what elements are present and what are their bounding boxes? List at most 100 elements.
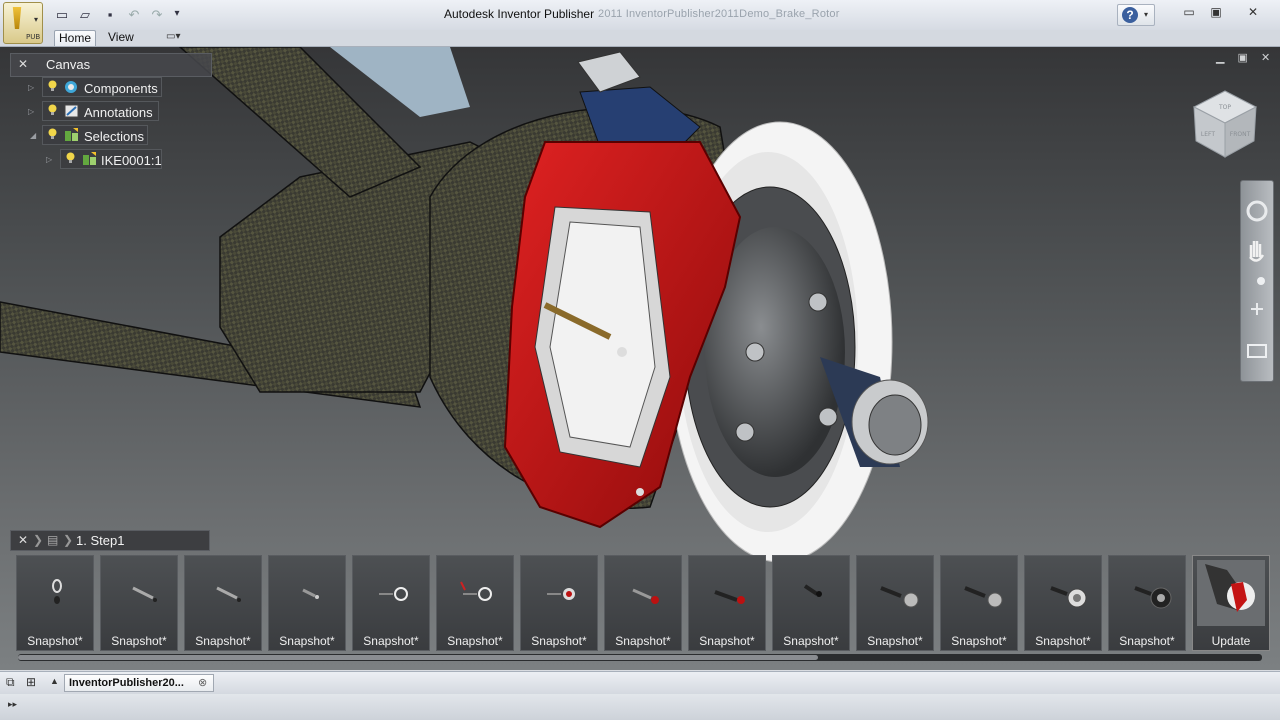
snapshot-preview (132, 586, 157, 602)
viewport-close-icon[interactable]: ✕ (1261, 52, 1270, 64)
close-button[interactable]: ✕ (1240, 3, 1266, 21)
snapshot-caption: Snapshot* (531, 634, 587, 648)
snapshot-thumbnail[interactable]: Snapshot* (268, 555, 346, 651)
visibility-bulb-icon[interactable] (48, 104, 57, 116)
tree-item-label: Components (84, 81, 158, 96)
snapshot-caption: Snapshot* (867, 634, 923, 648)
snapshot-thumbnail[interactable]: Snapshot* (688, 555, 766, 651)
snapshot-caption: Snapshot* (363, 634, 419, 648)
snapshot-preview (1134, 586, 1172, 609)
storyboard-step-label[interactable]: 1. Step1 (76, 533, 124, 548)
viewcube[interactable]: TOP LEFT FRONT (1192, 89, 1258, 159)
snapshot-preview (803, 584, 822, 597)
tile-windows-icon[interactable]: ⊞ (26, 675, 36, 689)
cascade-windows-icon[interactable]: ⧉ (6, 675, 15, 690)
steering-wheel-icon[interactable] (1246, 200, 1268, 222)
snapshot-thumbnail[interactable]: Snapshot* (940, 555, 1018, 651)
snapshot-thumbnail[interactable]: Snapshot* (772, 555, 850, 651)
expand-icon[interactable]: ▷ (28, 83, 34, 92)
snapshot-caption: Snapshot* (447, 634, 503, 648)
qat-dropdown-icon[interactable]: ▾ (169, 6, 185, 22)
canvas-viewport[interactable]: ✕ Canvas ▷ Components ▷ Annotations ◢ Se… (0, 47, 1280, 670)
undo-icon[interactable]: ↶ (126, 6, 142, 22)
viewcube-top-label[interactable]: TOP (1218, 104, 1231, 111)
tree-item-components[interactable]: Components (42, 77, 162, 97)
snapshot-thumbnail[interactable]: Snapshot* (436, 555, 514, 651)
orbit-icon[interactable] (1251, 303, 1263, 315)
minimize-button[interactable]: ▭ (1176, 3, 1202, 21)
snapshot-thumbnail[interactable]: Snapshot* (16, 555, 94, 651)
snapshot-strip: Snapshot* Snapshot* Snapshot* Snapshot* … (10, 552, 1270, 652)
close-icon[interactable]: ✕ (18, 57, 28, 71)
collapse-icon[interactable]: ◢ (30, 131, 36, 140)
storyboard-list-icon[interactable]: ▤ (47, 533, 58, 547)
save-icon[interactable]: ▪ (102, 6, 118, 22)
help-button[interactable]: ? ▾ (1117, 4, 1155, 26)
viewcube-left-label[interactable]: LEFT (1201, 131, 1215, 138)
status-toggle-icon[interactable]: ▸▸ (8, 699, 17, 710)
tree-item-annotations[interactable]: Annotations (42, 101, 159, 121)
snapshot-preview (632, 588, 659, 604)
new-icon[interactable]: ▭ (54, 6, 70, 22)
view-window-icon[interactable] (1247, 344, 1267, 358)
ribbon-options-icon[interactable]: ▭▾ (166, 31, 180, 42)
close-icon[interactable]: ⊗ (198, 676, 207, 689)
open-icon[interactable]: ▱ (77, 6, 93, 22)
redo-icon[interactable]: ↷ (149, 6, 165, 22)
snapshot-caption: Snapshot* (615, 634, 671, 648)
ribbon-tab-bar: Home View ▭▾ (0, 30, 1280, 47)
snapshot-preview (216, 586, 241, 602)
visibility-bulb-icon[interactable] (48, 128, 57, 140)
snapshot-caption: Snapshot* (699, 634, 755, 648)
viewcube-front-label[interactable]: FRONT (1230, 131, 1251, 138)
viewport-minimize-icon[interactable]: ▁ (1216, 52, 1224, 64)
snapshot-caption: Update (1211, 634, 1251, 648)
snapshot-scrollbar[interactable] (18, 654, 1262, 661)
tree-item-selections[interactable]: Selections (42, 125, 148, 145)
zoom-icon[interactable] (1257, 277, 1265, 285)
snapshot-thumbnail[interactable]: Snapshot* (100, 555, 178, 651)
snapshot-caption: Snapshot* (1035, 634, 1091, 648)
tree-item-ike0001[interactable]: IKE0001:1 (60, 149, 162, 169)
snapshot-caption: Snapshot* (951, 634, 1007, 648)
viewport-restore-icon[interactable]: ▣ (1238, 52, 1248, 64)
snapshot-preview (547, 588, 575, 600)
document-tab[interactable]: InventorPublisher20... ⊗ (64, 674, 214, 692)
snapshot-thumbnail[interactable]: Snapshot* (520, 555, 598, 651)
tree-item-label: Annotations (84, 105, 153, 120)
expand-icon[interactable]: ▷ (46, 155, 52, 164)
snapshot-caption: Snapshot* (195, 634, 251, 648)
snapshot-preview (880, 586, 919, 608)
visibility-bulb-icon[interactable] (48, 80, 57, 92)
snapshot-update[interactable]: Update (1192, 555, 1270, 651)
snapshot-thumbnail[interactable]: Snapshot* (1108, 555, 1186, 651)
snapshot-preview (1197, 560, 1265, 626)
chevron-down-icon: ▾ (34, 15, 39, 24)
annotations-icon (64, 104, 79, 118)
pan-hand-icon[interactable] (1249, 241, 1265, 262)
snapshot-thumbnail[interactable]: Snapshot* (352, 555, 430, 651)
restore-button[interactable]: ▣ (1203, 3, 1229, 21)
navigation-bar (1240, 180, 1274, 382)
tree-item-label: Selections (84, 129, 144, 144)
storyboard-chevron-icon[interactable]: ❯ (33, 533, 43, 547)
snapshot-thumbnail[interactable]: Snapshot* (184, 555, 262, 651)
visibility-bulb-icon[interactable] (66, 152, 75, 164)
title-bar: ▾ PUB ▭ ▱ ▪ ↶ ↷ ▾ Autodesk Inventor Publ… (0, 0, 1280, 44)
snapshot-preview (52, 579, 62, 604)
snapshot-thumbnail[interactable]: Snapshot* (1024, 555, 1102, 651)
selections-icon (65, 128, 78, 141)
expand-icon[interactable]: ▷ (28, 107, 34, 116)
snapshot-thumbnail[interactable]: Snapshot* (856, 555, 934, 651)
scrollbar-thumb[interactable] (18, 655, 818, 660)
tab-home[interactable]: Home (54, 30, 97, 46)
close-icon[interactable]: ✕ (18, 533, 28, 547)
document-title: 2011 InventorPublisher2011Demo_Brake_Rot… (598, 8, 840, 20)
storyboard-chevron-icon[interactable]: ❯ (63, 533, 73, 547)
application-menu-button[interactable]: ▾ PUB (3, 2, 43, 44)
snapshot-thumbnail[interactable]: Snapshot* (604, 555, 682, 651)
tab-list-icon[interactable]: ▲ (50, 676, 59, 686)
snapshot-preview (714, 590, 745, 604)
tab-view[interactable]: View (104, 30, 138, 45)
components-icon (65, 81, 77, 93)
